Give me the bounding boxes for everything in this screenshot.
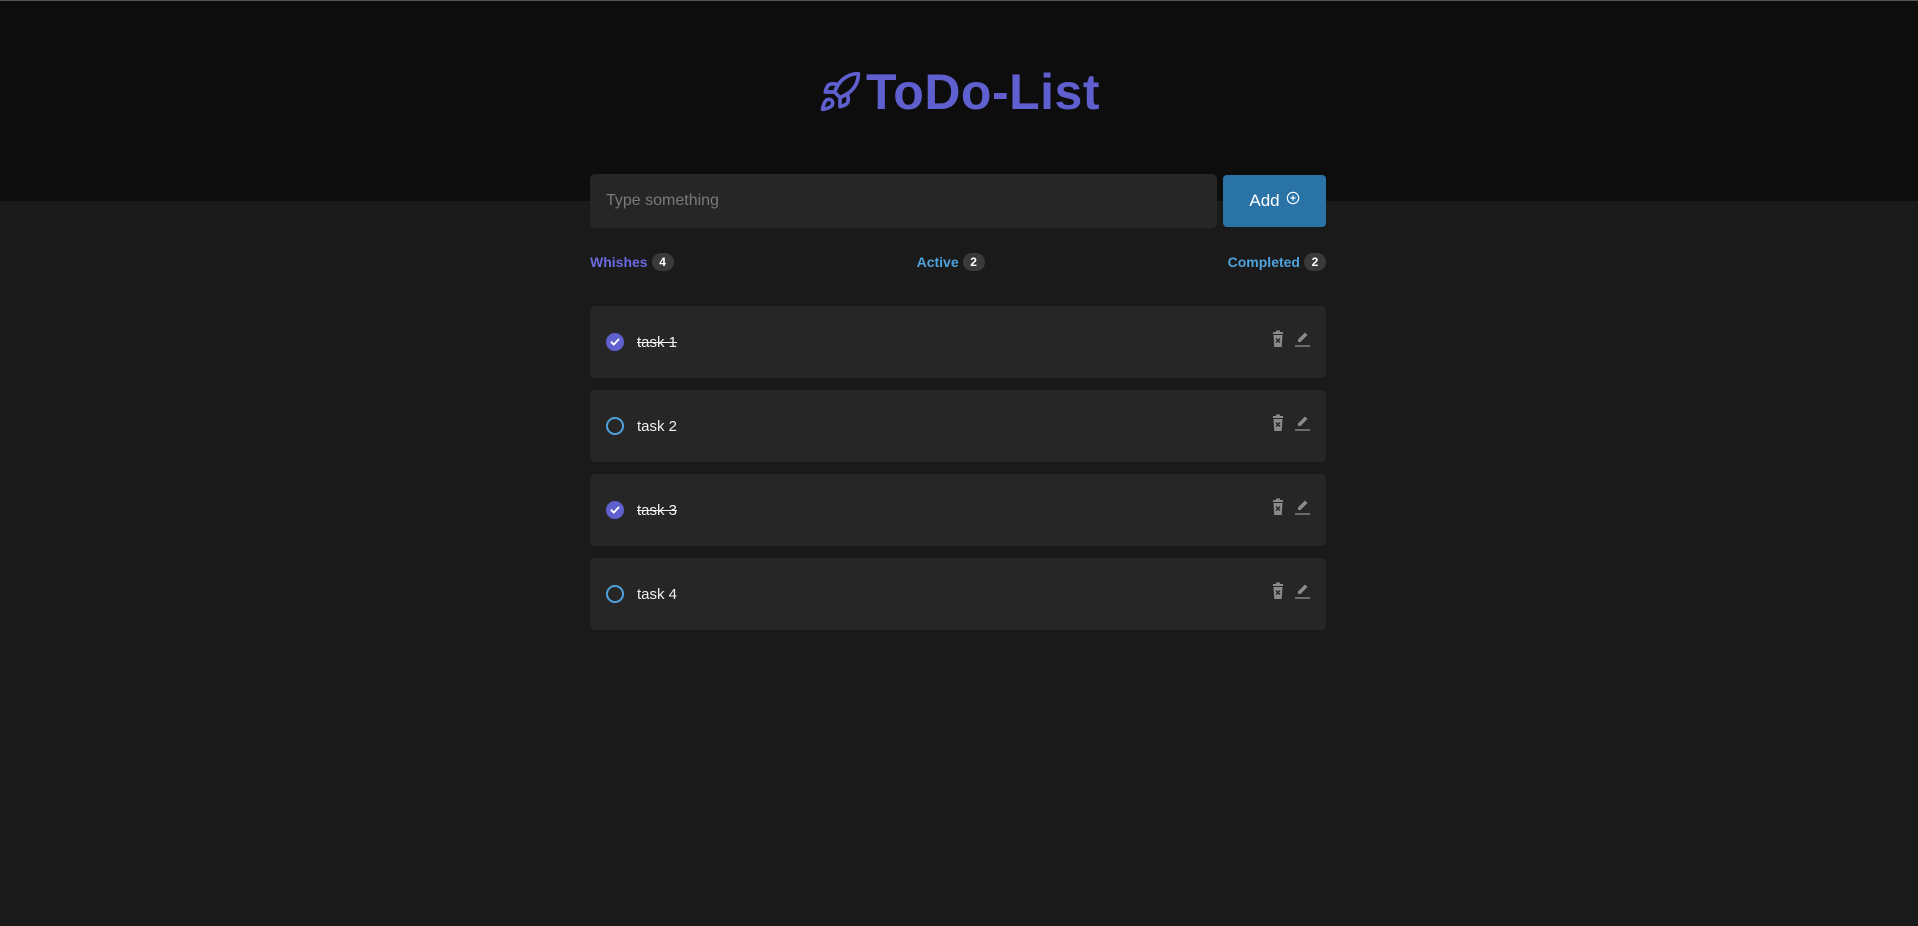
- task-list: task 1 task 2 task 3 task 4: [590, 306, 1326, 630]
- checked-circle-icon[interactable]: [606, 333, 624, 351]
- trash-icon[interactable]: [1270, 414, 1286, 432]
- filter-bar: Whishes 4 Active 2 Completed 2: [590, 252, 1326, 272]
- edit-pencil-icon[interactable]: [1294, 582, 1310, 600]
- task-item: task 3: [590, 474, 1326, 546]
- count-badge: 2: [962, 253, 985, 271]
- unchecked-circle-icon[interactable]: [606, 417, 624, 435]
- input-row: Add: [590, 174, 1326, 228]
- rocket-icon: [818, 70, 862, 114]
- task-input[interactable]: [590, 174, 1217, 228]
- edit-pencil-icon[interactable]: [1294, 498, 1310, 516]
- edit-pencil-icon[interactable]: [1294, 414, 1310, 432]
- add-button[interactable]: Add: [1223, 175, 1326, 227]
- filter-completed[interactable]: Completed 2: [1228, 253, 1326, 271]
- count-badge: 4: [651, 253, 674, 271]
- filter-label: Completed: [1227, 254, 1300, 270]
- task-actions: [1270, 582, 1310, 600]
- trash-icon[interactable]: [1270, 582, 1286, 600]
- task-label: task 2: [637, 417, 678, 435]
- task-actions: [1270, 498, 1310, 516]
- trash-icon[interactable]: [1270, 498, 1286, 516]
- filter-active[interactable]: Active 2: [917, 253, 985, 271]
- filter-label: Whishes: [590, 254, 648, 270]
- task-actions: [1270, 330, 1310, 348]
- task-label: task 3: [637, 501, 678, 519]
- page-title: ToDo-List: [865, 64, 1101, 120]
- checked-circle-icon[interactable]: [606, 501, 624, 519]
- edit-pencil-icon[interactable]: [1294, 330, 1310, 348]
- task-item: task 1: [590, 306, 1326, 378]
- add-button-label: Add: [1249, 191, 1280, 210]
- task-item: task 4: [590, 558, 1326, 630]
- plus-circle-icon: [1286, 191, 1299, 205]
- filter-whishes[interactable]: Whishes 4: [590, 253, 674, 271]
- filter-label: Active: [916, 254, 959, 270]
- task-label: task 4: [637, 585, 678, 603]
- app-header: ToDo-List: [0, 60, 1918, 124]
- task-item: task 2: [590, 390, 1326, 462]
- task-label: task 1: [637, 333, 678, 351]
- count-badge: 2: [1303, 253, 1326, 271]
- trash-icon[interactable]: [1270, 330, 1286, 348]
- todo-container: Add Whishes 4 Active 2 Completed 2 task …: [590, 174, 1326, 630]
- task-actions: [1270, 414, 1310, 432]
- unchecked-circle-icon[interactable]: [606, 585, 624, 603]
